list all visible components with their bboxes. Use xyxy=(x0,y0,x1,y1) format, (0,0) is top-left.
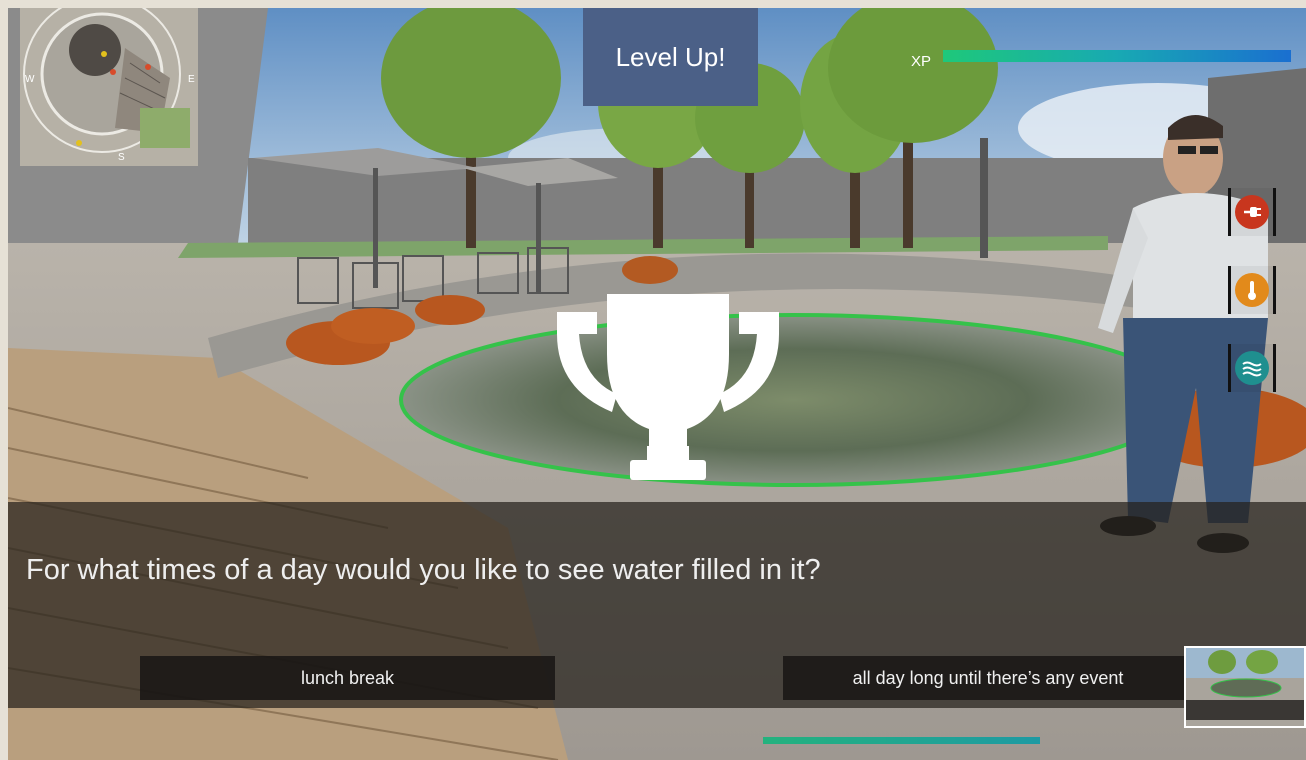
power-plug-button[interactable] xyxy=(1228,188,1276,236)
xp-label: XP xyxy=(911,53,932,70)
power-plug-icon xyxy=(1235,195,1269,229)
temperature-button[interactable] xyxy=(1228,266,1276,314)
xp-bar-fill xyxy=(943,50,1291,62)
trophy-icon xyxy=(557,294,779,480)
level-up-banner: Level Up! xyxy=(583,8,758,106)
question-dialog: For what times of a day would you like t… xyxy=(8,502,1306,708)
water-waves-icon xyxy=(1235,351,1269,385)
answer-label: lunch break xyxy=(300,667,395,688)
minimap-east-label: E xyxy=(188,74,195,85)
minimap-south-label: S xyxy=(118,152,125,163)
level-up-text: Level Up! xyxy=(615,41,726,72)
answer-button-lunch-break[interactable]: lunch break xyxy=(140,656,555,700)
minimap-west-label: W xyxy=(25,74,35,85)
water-button[interactable] xyxy=(1228,344,1276,392)
answer-label: all day long until there’s any event xyxy=(852,667,1124,688)
xp-bar xyxy=(943,50,1298,62)
answer-button-all-day[interactable]: all day long until there’s any event xyxy=(783,656,1193,700)
camera-preview-thumbnail[interactable] xyxy=(1184,646,1306,728)
progress-indicator-bar xyxy=(763,737,1040,744)
thermometer-icon xyxy=(1235,273,1269,307)
minimap[interactable]: W E S xyxy=(20,8,198,166)
question-text: For what times of a day would you like t… xyxy=(26,554,821,586)
